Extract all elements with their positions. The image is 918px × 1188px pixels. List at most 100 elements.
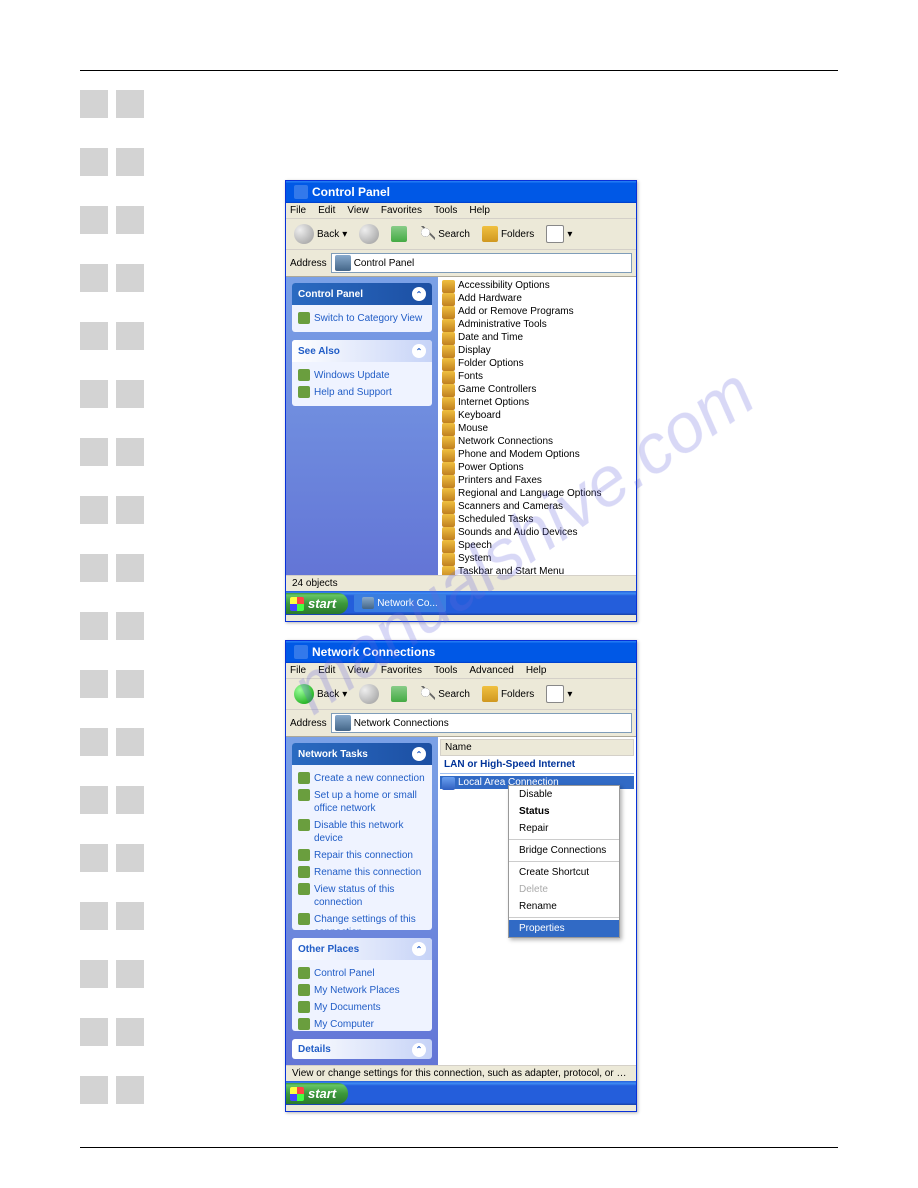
- menu-tools[interactable]: Tools: [434, 665, 457, 676]
- forward-icon: [359, 684, 379, 704]
- back-button[interactable]: Back ▾: [290, 682, 351, 706]
- back-button[interactable]: Back ▾: [290, 222, 351, 246]
- forward-button[interactable]: [355, 222, 383, 246]
- menu-edit[interactable]: Edit: [318, 205, 335, 216]
- panel-header[interactable]: Control Panel ⌃: [292, 283, 432, 305]
- context-menu-item[interactable]: Repair: [509, 820, 619, 837]
- list-item[interactable]: Accessibility Options: [440, 279, 634, 292]
- list-item[interactable]: Add or Remove Programs: [440, 305, 634, 318]
- address-input[interactable]: Control Panel: [331, 253, 632, 273]
- panel-see-also: See Also ⌃ Windows Update Help and Suppo…: [292, 340, 432, 406]
- link-switch-category[interactable]: Switch to Category View: [298, 310, 426, 327]
- start-button[interactable]: start: [286, 1083, 348, 1104]
- task-link[interactable]: View status of this connection: [298, 881, 426, 911]
- list-item[interactable]: Printers and Faxes: [440, 474, 634, 487]
- menu-file[interactable]: File: [290, 205, 306, 216]
- task-link[interactable]: Repair this connection: [298, 847, 426, 864]
- control-panel-items[interactable]: Accessibility OptionsAdd HardwareAdd or …: [438, 277, 636, 575]
- address-icon: [335, 715, 351, 731]
- link-help-support[interactable]: Help and Support: [298, 384, 426, 401]
- folders-button[interactable]: Folders: [478, 684, 538, 704]
- link-windows-update[interactable]: Windows Update: [298, 367, 426, 384]
- menu-favorites[interactable]: Favorites: [381, 205, 422, 216]
- list-item[interactable]: Sounds and Audio Devices: [440, 526, 634, 539]
- menu-file[interactable]: File: [290, 665, 306, 676]
- task-link[interactable]: Set up a home or small office network: [298, 787, 426, 817]
- up-button[interactable]: [387, 684, 411, 704]
- panel-header[interactable]: See Also ⌃: [292, 340, 432, 362]
- place-link[interactable]: My Network Places: [298, 982, 426, 999]
- context-menu-item[interactable]: Rename: [509, 898, 619, 915]
- titlebar[interactable]: Network Connections: [286, 641, 636, 663]
- list-item[interactable]: Internet Options: [440, 396, 634, 409]
- context-menu-item[interactable]: Bridge Connections: [509, 842, 619, 859]
- list-item[interactable]: Power Options: [440, 461, 634, 474]
- panel-other-places: Other Places ⌃ Control PanelMy Network P…: [292, 938, 432, 1030]
- page-bottom-rule: [80, 1147, 838, 1148]
- list-item[interactable]: Scanners and Cameras: [440, 500, 634, 513]
- list-item[interactable]: Date and Time: [440, 331, 634, 344]
- menu-help[interactable]: Help: [469, 205, 490, 216]
- list-item[interactable]: Add Hardware: [440, 292, 634, 305]
- connections-list[interactable]: Name LAN or High-Speed Internet Local Ar…: [438, 737, 636, 1065]
- list-item[interactable]: Keyboard: [440, 409, 634, 422]
- list-item[interactable]: Game Controllers: [440, 383, 634, 396]
- menu-help[interactable]: Help: [526, 665, 547, 676]
- panel-header[interactable]: Network Tasks ⌃: [292, 743, 432, 765]
- list-item[interactable]: Scheduled Tasks: [440, 513, 634, 526]
- place-link[interactable]: My Computer: [298, 1016, 426, 1030]
- collapse-icon: ⌃: [412, 942, 426, 956]
- list-item[interactable]: Speech: [440, 539, 634, 552]
- address-label: Address: [290, 258, 327, 269]
- views-button[interactable]: ▾: [542, 223, 576, 245]
- panel-header[interactable]: Other Places ⌃: [292, 938, 432, 960]
- list-item[interactable]: Fonts: [440, 370, 634, 383]
- task-link[interactable]: Create a new connection: [298, 770, 426, 787]
- statusbar: 24 objects: [286, 575, 636, 591]
- list-item[interactable]: System: [440, 552, 634, 565]
- list-item[interactable]: Administrative Tools: [440, 318, 634, 331]
- collapse-icon: ⌃: [412, 344, 426, 358]
- start-button[interactable]: start: [286, 593, 348, 614]
- column-header-name[interactable]: Name: [440, 739, 634, 756]
- search-button[interactable]: Search: [415, 224, 474, 244]
- address-input[interactable]: Network Connections: [331, 713, 632, 733]
- views-button[interactable]: ▾: [542, 683, 576, 705]
- context-menu-item[interactable]: Disable: [509, 786, 619, 803]
- menubar: File Edit View Favorites Tools Help: [286, 203, 636, 219]
- forward-icon: [359, 224, 379, 244]
- list-item[interactable]: Taskbar and Start Menu: [440, 565, 634, 575]
- search-icon: [419, 686, 435, 702]
- menu-advanced[interactable]: Advanced: [469, 665, 513, 676]
- forward-button[interactable]: [355, 682, 383, 706]
- menu-view[interactable]: View: [347, 205, 369, 216]
- context-menu-item[interactable]: Status: [509, 803, 619, 820]
- menu-edit[interactable]: Edit: [318, 665, 335, 676]
- list-item[interactable]: Regional and Language Options: [440, 487, 634, 500]
- folders-button[interactable]: Folders: [478, 224, 538, 244]
- task-link[interactable]: Rename this connection: [298, 864, 426, 881]
- list-item[interactable]: Display: [440, 344, 634, 357]
- menu-favorites[interactable]: Favorites: [381, 665, 422, 676]
- up-button[interactable]: [387, 224, 411, 244]
- window-title: Control Panel: [312, 185, 390, 199]
- address-label: Address: [290, 718, 327, 729]
- panel-header[interactable]: Details ⌃: [292, 1039, 432, 1059]
- list-item[interactable]: Mouse: [440, 422, 634, 435]
- context-menu-item[interactable]: Create Shortcut: [509, 864, 619, 881]
- list-item[interactable]: Network Connections: [440, 435, 634, 448]
- context-menu-item[interactable]: Properties: [509, 920, 619, 937]
- page-top-rule: [80, 70, 838, 71]
- menu-tools[interactable]: Tools: [434, 205, 457, 216]
- list-item[interactable]: Phone and Modem Options: [440, 448, 634, 461]
- task-link[interactable]: Disable this network device: [298, 817, 426, 847]
- list-item[interactable]: Folder Options: [440, 357, 634, 370]
- titlebar[interactable]: Control Panel: [286, 181, 636, 203]
- task-link[interactable]: Change settings of this connection: [298, 911, 426, 930]
- place-link[interactable]: Control Panel: [298, 965, 426, 982]
- search-button[interactable]: Search: [415, 684, 474, 704]
- place-link[interactable]: My Documents: [298, 999, 426, 1016]
- menu-view[interactable]: View: [347, 665, 369, 676]
- taskbar-item[interactable]: Network Co...: [354, 594, 446, 612]
- panel-details: Details ⌃: [292, 1039, 432, 1059]
